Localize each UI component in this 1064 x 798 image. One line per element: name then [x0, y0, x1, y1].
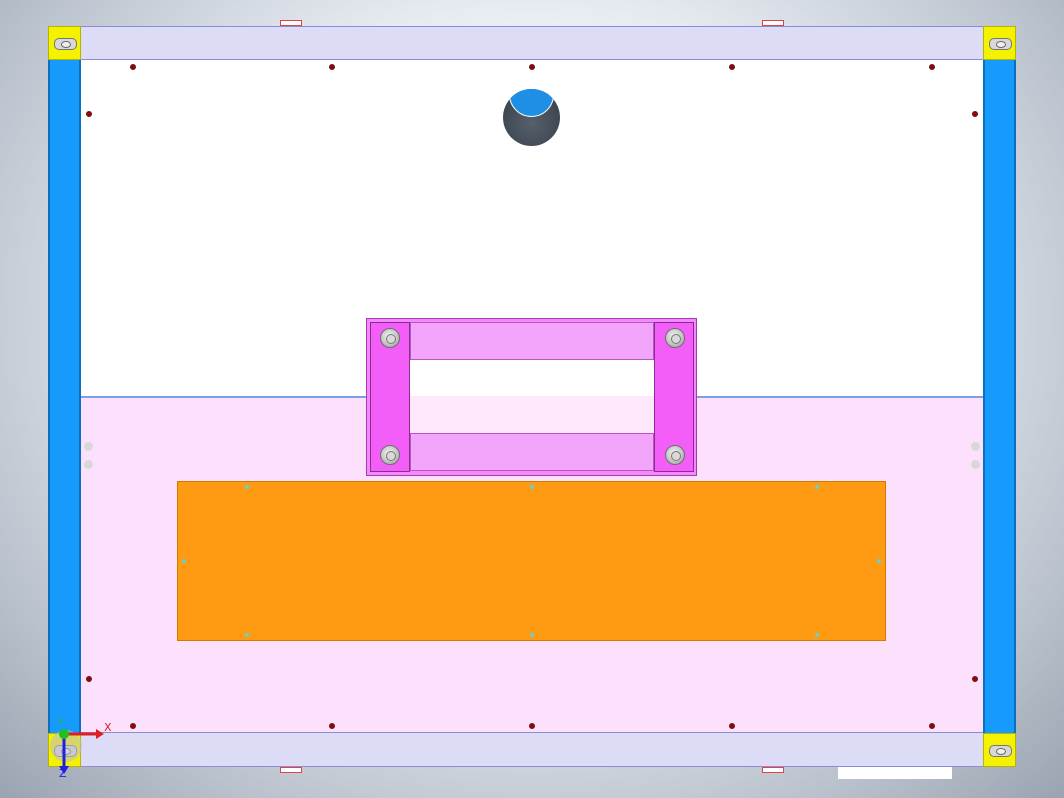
- triad-y-label: Y: [58, 718, 64, 728]
- plate-fastener: [815, 485, 819, 489]
- top-tab-right: [762, 20, 784, 26]
- rivet-icon: [86, 676, 92, 682]
- corner-bracket-bottom-right: [983, 733, 1016, 767]
- rivet-icon: [929, 64, 935, 70]
- bolt-icon: [54, 38, 77, 50]
- corner-bracket-top-left: [48, 26, 81, 60]
- rivet-icon: [329, 64, 335, 70]
- plate-fastener: [182, 559, 186, 563]
- plate-fastener: [815, 633, 819, 637]
- bracket-bottom-bar: [410, 433, 654, 471]
- triad-x-label: X: [104, 721, 112, 734]
- bottom-rail: [48, 732, 1016, 767]
- triad-z-label: Z: [59, 767, 67, 780]
- hole-cap: [509, 89, 554, 117]
- side-hole: [84, 442, 93, 451]
- side-hole: [84, 460, 93, 469]
- hex-nut-icon: [665, 328, 685, 348]
- rivet-icon: [929, 723, 935, 729]
- top-rail: [48, 26, 1016, 60]
- rivet-icon: [130, 723, 136, 729]
- right-post: [983, 56, 1016, 736]
- plate-fastener: [245, 633, 249, 637]
- bracket-top-bar: [410, 322, 654, 360]
- plate-fastener: [877, 559, 881, 563]
- rivet-icon: [529, 64, 535, 70]
- left-post: [48, 56, 81, 736]
- bracket-opening-lower: [410, 396, 654, 433]
- hex-nut-icon: [380, 328, 400, 348]
- orange-plate: [177, 481, 886, 641]
- rivet-icon: [729, 64, 735, 70]
- bolt-icon: [989, 38, 1012, 50]
- side-hole: [971, 460, 980, 469]
- status-label-box: [838, 767, 952, 779]
- bottom-tab-right: [762, 767, 784, 773]
- bolt-icon: [989, 745, 1012, 757]
- rivet-icon: [729, 723, 735, 729]
- rivet-icon: [329, 723, 335, 729]
- plate-fastener: [530, 633, 534, 637]
- rivet-icon: [130, 64, 136, 70]
- cable-hole: [503, 89, 560, 146]
- top-tab-left: [280, 20, 302, 26]
- rivet-icon: [86, 111, 92, 117]
- coordinate-triad-icon: X Y Z: [44, 718, 116, 780]
- rivet-icon: [972, 111, 978, 117]
- hex-nut-icon: [380, 445, 400, 465]
- hex-nut-icon: [665, 445, 685, 465]
- side-hole: [971, 442, 980, 451]
- bottom-tab-left: [280, 767, 302, 773]
- plate-fastener: [530, 485, 534, 489]
- rivet-icon: [972, 676, 978, 682]
- bracket-opening-upper: [410, 360, 654, 396]
- plate-fastener: [245, 485, 249, 489]
- corner-bracket-top-right: [983, 26, 1016, 60]
- rivet-icon: [529, 723, 535, 729]
